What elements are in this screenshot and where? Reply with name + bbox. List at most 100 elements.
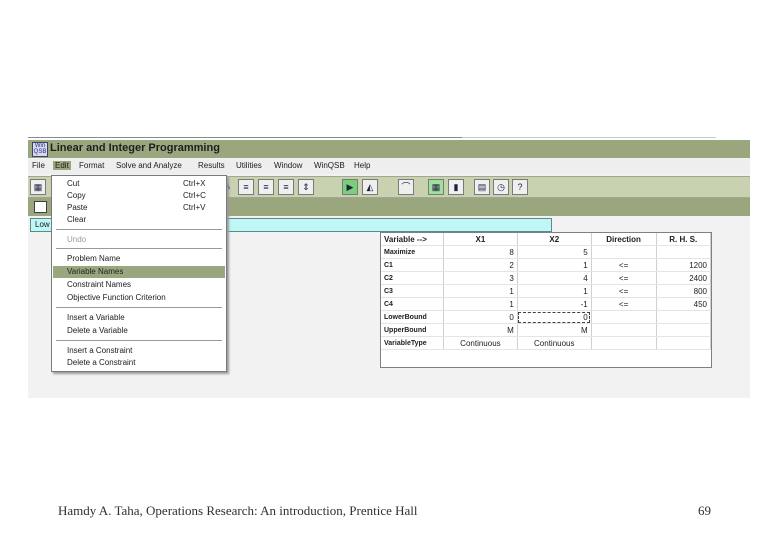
align-right-icon[interactable]: ≡ xyxy=(278,179,294,195)
shortcut-label: Ctrl+C xyxy=(183,191,206,200)
title-bar: Win QSB Linear and Integer Programming xyxy=(28,140,750,158)
cell[interactable]: 1 xyxy=(443,284,518,298)
cell[interactable]: 800 xyxy=(656,284,711,298)
grid-icon[interactable]: ▦ xyxy=(30,179,46,195)
cell[interactable]: Continuous xyxy=(517,336,592,350)
row-label: C2 xyxy=(381,271,444,285)
cell[interactable] xyxy=(591,336,657,350)
cell[interactable]: 8 xyxy=(443,245,518,259)
active-cell[interactable]: 0 xyxy=(517,310,592,324)
menu-item-label: Objective Function Criterion xyxy=(67,293,166,302)
menu-separator xyxy=(56,307,222,308)
menu-item-label: Paste xyxy=(67,203,88,212)
menu-item-insert-variable[interactable]: Insert a Variable xyxy=(53,312,225,324)
menu-item-undo[interactable]: Undo xyxy=(53,234,225,246)
header-rhs: R. H. S. xyxy=(656,233,711,246)
menu-item-constraint-names[interactable]: Constraint Names xyxy=(53,279,225,291)
cell[interactable]: M xyxy=(443,323,518,337)
cell[interactable]: <= xyxy=(591,284,657,298)
calculator-icon[interactable]: ▤ xyxy=(474,179,490,195)
sheet-icon[interactable] xyxy=(34,201,47,213)
menu-item-label: Insert a Constraint xyxy=(67,346,133,355)
menu-results[interactable]: Results xyxy=(198,161,225,170)
citation: Hamdy A. Taha, Operations Research: An i… xyxy=(58,503,418,518)
menu-help[interactable]: Help xyxy=(354,161,370,170)
spreadsheet-icon[interactable]: ▦ xyxy=(428,179,444,195)
row-label: VariableType xyxy=(381,336,444,350)
header-variable: Variable --> xyxy=(381,233,444,246)
menu-item-label: Constraint Names xyxy=(67,280,132,289)
cell[interactable]: Continuous xyxy=(443,336,518,350)
chart-icon[interactable]: ⌒ xyxy=(398,179,414,195)
window-title: Linear and Integer Programming xyxy=(50,142,220,154)
cell[interactable]: <= xyxy=(591,258,657,272)
header-x1: X1 xyxy=(443,233,518,246)
row-label: C1 xyxy=(381,258,444,272)
menu-item-copy[interactable]: Copy Ctrl+C xyxy=(53,190,225,202)
align-left-icon[interactable]: ≡ xyxy=(238,179,254,195)
slide-rule-dark xyxy=(28,137,462,138)
cell[interactable] xyxy=(591,245,657,259)
cell[interactable]: 1200 xyxy=(656,258,711,272)
menu-item-objective-function-criterion[interactable]: Objective Function Criterion xyxy=(53,292,225,304)
menu-window[interactable]: Window xyxy=(274,161,302,170)
menu-item-cut[interactable]: Cut Ctrl+X xyxy=(53,178,225,190)
cell[interactable]: 1 xyxy=(517,284,592,298)
cell[interactable] xyxy=(656,310,711,324)
menu-utilities[interactable]: Utilities xyxy=(236,161,262,170)
menu-item-delete-variable[interactable]: Delete a Variable xyxy=(53,325,225,337)
run-icon[interactable]: ▶ xyxy=(342,179,358,195)
header-x2: X2 xyxy=(517,233,592,246)
shortcut-label: Ctrl+X xyxy=(183,179,206,188)
menu-bar: File Edit Format Solve and Analyze Resul… xyxy=(28,159,750,174)
row-label: LowerBound xyxy=(381,310,444,324)
menu-item-problem-name[interactable]: Problem Name xyxy=(53,253,225,265)
app-icon[interactable]: Win QSB xyxy=(32,142,48,157)
cell[interactable]: 2400 xyxy=(656,271,711,285)
row-label: C3 xyxy=(381,284,444,298)
menu-item-label: Copy xyxy=(67,191,86,200)
menu-solve-and-analyze[interactable]: Solve and Analyze xyxy=(116,161,182,170)
cell[interactable]: 0 xyxy=(443,310,518,324)
menu-item-insert-constraint[interactable]: Insert a Constraint xyxy=(53,345,225,357)
cell[interactable]: 1 xyxy=(443,297,518,311)
menu-format[interactable]: Format xyxy=(79,161,104,170)
menu-edit[interactable]: Edit xyxy=(53,161,71,170)
cell[interactable]: -1 xyxy=(517,297,592,311)
cell[interactable]: M xyxy=(517,323,592,337)
table-row: C2 3 4 <= 2400 xyxy=(381,271,711,285)
table-row: C1 2 1 <= 1200 xyxy=(381,258,711,272)
cell[interactable]: 5 xyxy=(517,245,592,259)
align-center-icon[interactable]: ≡ xyxy=(258,179,274,195)
bar-chart-icon[interactable]: ▮ xyxy=(448,179,464,195)
cell[interactable]: 4 xyxy=(517,271,592,285)
cell[interactable]: 3 xyxy=(443,271,518,285)
row-label: Maximize xyxy=(381,245,444,259)
cell[interactable] xyxy=(656,323,711,337)
menu-item-delete-constraint[interactable]: Delete a Constraint xyxy=(53,357,225,369)
help-icon[interactable]: ? xyxy=(512,179,528,195)
menu-file[interactable]: File xyxy=(32,161,45,170)
cell[interactable]: 1 xyxy=(517,258,592,272)
cell[interactable] xyxy=(591,310,657,324)
cell[interactable]: 2 xyxy=(443,258,518,272)
cell[interactable]: 450 xyxy=(656,297,711,311)
menu-winqsb[interactable]: WinQSB xyxy=(314,161,345,170)
menu-item-paste[interactable]: Paste Ctrl+V xyxy=(53,202,225,214)
cell[interactable]: <= xyxy=(591,271,657,285)
row-label: UpperBound xyxy=(381,323,444,337)
menu-item-clear[interactable]: Clear xyxy=(53,214,225,226)
menu-item-label: Clear xyxy=(67,215,87,224)
clock-icon[interactable]: ◷ xyxy=(493,179,509,195)
cell[interactable] xyxy=(656,245,711,259)
cell[interactable] xyxy=(591,323,657,337)
menu-item-label: Variable Names xyxy=(67,267,124,276)
column-width-icon[interactable]: ⇕ xyxy=(298,179,314,195)
table-row: C3 1 1 <= 800 xyxy=(381,284,711,298)
cell[interactable] xyxy=(656,336,711,350)
page-number: 69 xyxy=(698,503,711,518)
graph-icon[interactable]: ◭ xyxy=(362,179,378,195)
cell[interactable]: <= xyxy=(591,297,657,311)
menu-item-variable-names[interactable]: Variable Names xyxy=(53,266,225,278)
menu-item-label: Undo xyxy=(67,235,87,244)
